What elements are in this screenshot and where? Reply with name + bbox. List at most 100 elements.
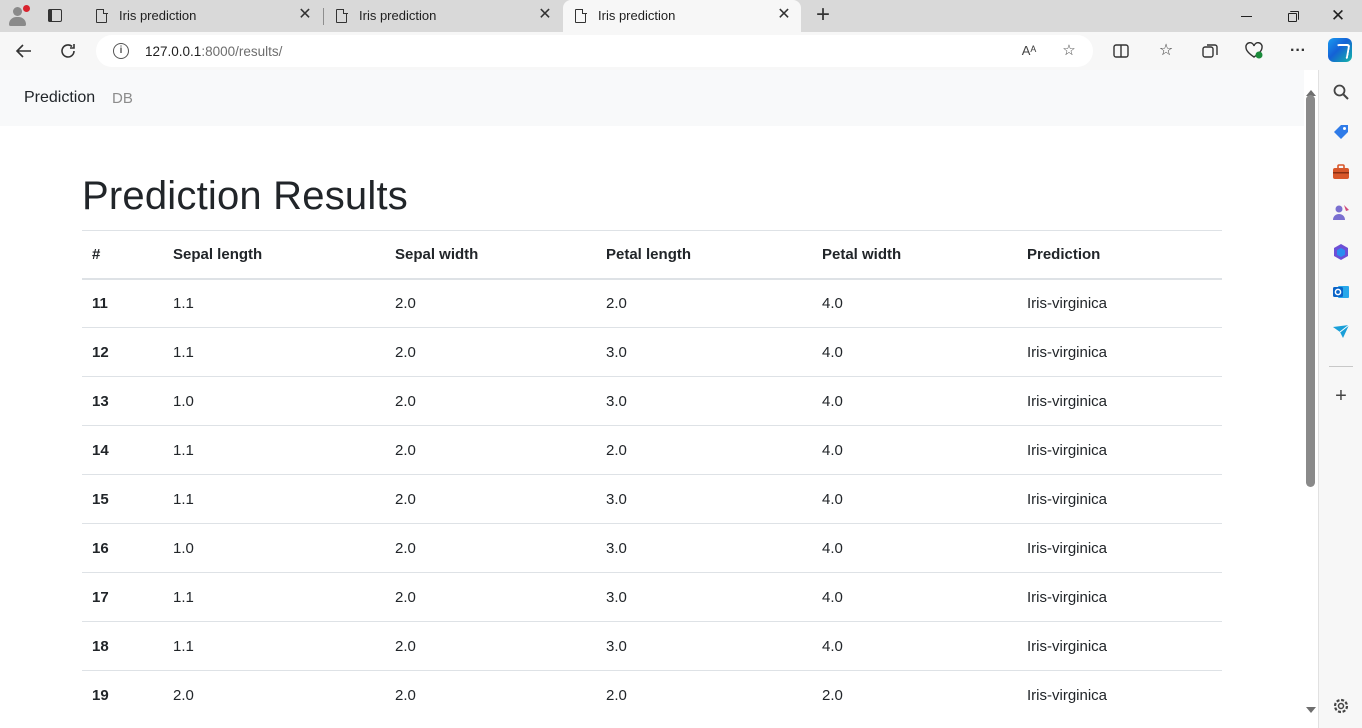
cell-sepal-length: 1.1 — [163, 572, 385, 622]
browser-tab-3-active[interactable]: Iris prediction ✕ — [563, 0, 801, 32]
cell-petal-width: 4.0 — [812, 376, 1017, 426]
edge-sidebar: + — [1318, 70, 1362, 728]
cell-petal-width: 4.0 — [812, 572, 1017, 622]
cell-petal-length: 3.0 — [596, 327, 812, 377]
url-text[interactable]: 127.0.0.1:8000/results/ — [145, 44, 282, 59]
page-title: Prediction Results — [82, 174, 408, 218]
tab-title: Iris prediction — [598, 8, 676, 23]
cell-petal-length: 3.0 — [596, 621, 812, 671]
cell-petal-length: 2.0 — [596, 278, 812, 328]
cell-petal-length: 3.0 — [596, 474, 812, 524]
cell-petal-length: 3.0 — [596, 572, 812, 622]
collections-icon[interactable] — [1199, 40, 1221, 62]
search-icon[interactable] — [1330, 81, 1352, 103]
cell-prediction: Iris-virginica — [1017, 670, 1222, 720]
split-screen-icon[interactable] — [1110, 40, 1132, 62]
tools-briefcase-icon[interactable] — [1330, 161, 1352, 183]
site-navbar: Prediction DB — [0, 70, 1304, 126]
cell-index: 11 — [82, 278, 163, 328]
favorites-icon[interactable]: ☆ — [1155, 40, 1177, 62]
cell-sepal-width: 2.0 — [385, 621, 596, 671]
nav-brand-prediction[interactable]: Prediction — [24, 89, 95, 107]
cell-prediction: Iris-virginica — [1017, 621, 1222, 671]
cell-sepal-length: 1.1 — [163, 327, 385, 377]
col-header-petal-length: Petal length — [596, 230, 812, 280]
browser-tab-2[interactable]: Iris prediction ✕ — [324, 0, 562, 32]
microsoft-365-icon[interactable] — [1330, 241, 1352, 263]
cell-sepal-width: 2.0 — [385, 327, 596, 377]
table-row: 15 1.1 2.0 3.0 4.0 Iris-virginica — [82, 474, 1222, 524]
table-row: 16 1.0 2.0 3.0 4.0 Iris-virginica — [82, 523, 1222, 573]
tab-actions-icon[interactable] — [46, 7, 64, 25]
add-sidebar-app-icon[interactable]: + — [1330, 385, 1352, 407]
send-arrow-icon[interactable] — [1330, 321, 1352, 343]
nav-link-db[interactable]: DB — [112, 90, 133, 107]
restore-button[interactable] — [1282, 5, 1304, 27]
cell-petal-width: 2.0 — [812, 670, 1017, 720]
address-bar[interactable]: i 127.0.0.1:8000/results/ Aᴬ ☆ — [96, 35, 1093, 67]
cell-petal-length: 3.0 — [596, 523, 812, 573]
cell-sepal-width: 2.0 — [385, 523, 596, 573]
col-header-index: # — [82, 230, 163, 280]
favorite-star-icon[interactable]: ☆ — [1059, 41, 1079, 61]
page-scrollbar[interactable] — [1304, 70, 1318, 728]
copilot-icon[interactable] — [1328, 38, 1352, 62]
cell-index: 14 — [82, 425, 163, 475]
refresh-button[interactable] — [54, 38, 82, 64]
cell-petal-width: 4.0 — [812, 523, 1017, 573]
col-header-sepal-length: Sepal length — [163, 230, 385, 280]
cell-petal-width: 4.0 — [812, 278, 1017, 328]
table-row: 17 1.1 2.0 3.0 4.0 Iris-virginica — [82, 572, 1222, 622]
page-icon — [336, 8, 348, 23]
cell-petal-length: 3.0 — [596, 376, 812, 426]
tab-title: Iris prediction — [119, 8, 197, 23]
minimize-button[interactable] — [1236, 5, 1258, 27]
site-info-icon[interactable]: i — [113, 43, 129, 59]
sidebar-settings-gear-icon[interactable] — [1330, 695, 1352, 717]
browser-toolbar: i 127.0.0.1:8000/results/ Aᴬ ☆ ☆ ··· — [0, 32, 1362, 70]
tab-close-icon[interactable]: ✕ — [536, 6, 554, 24]
col-header-prediction: Prediction — [1017, 230, 1222, 280]
cell-index: 16 — [82, 523, 163, 573]
browser-tab-1[interactable]: Iris prediction ✕ — [84, 0, 322, 32]
games-icon[interactable] — [1330, 201, 1352, 223]
cell-sepal-width: 2.0 — [385, 376, 596, 426]
cell-prediction: Iris-virginica — [1017, 474, 1222, 524]
new-tab-button[interactable]: + — [812, 3, 834, 27]
cell-index: 15 — [82, 474, 163, 524]
shopping-tag-icon[interactable] — [1330, 121, 1352, 143]
cell-petal-width: 4.0 — [812, 474, 1017, 524]
cell-prediction: Iris-virginica — [1017, 376, 1222, 426]
cell-index: 17 — [82, 572, 163, 622]
cell-petal-width: 4.0 — [812, 425, 1017, 475]
cell-sepal-width: 2.0 — [385, 278, 596, 328]
profile-avatar-icon[interactable] — [7, 5, 30, 27]
table-row: 19 2.0 2.0 2.0 2.0 Iris-virginica — [82, 670, 1222, 720]
close-window-button[interactable]: ✕ — [1327, 5, 1349, 27]
more-options-icon[interactable]: ··· — [1287, 40, 1309, 62]
table-header-row: # Sepal length Sepal width Petal length … — [82, 230, 1222, 280]
outlook-icon[interactable] — [1330, 281, 1352, 303]
cell-prediction: Iris-virginica — [1017, 278, 1222, 328]
tab-close-icon[interactable]: ✕ — [775, 6, 793, 24]
cell-petal-length: 2.0 — [596, 670, 812, 720]
browser-essentials-icon[interactable] — [1243, 40, 1265, 62]
scrollbar-thumb[interactable] — [1306, 95, 1315, 487]
table-row: 13 1.0 2.0 3.0 4.0 Iris-virginica — [82, 376, 1222, 426]
scroll-down-arrow-icon[interactable] — [1306, 707, 1316, 713]
col-header-petal-width: Petal width — [812, 230, 1017, 280]
tab-close-icon[interactable]: ✕ — [296, 6, 314, 24]
notification-dot-icon — [23, 5, 30, 12]
cell-sepal-length: 1.0 — [163, 523, 385, 573]
table-row: 11 1.1 2.0 2.0 4.0 Iris-virginica — [82, 278, 1222, 328]
cell-sepal-width: 2.0 — [385, 670, 596, 720]
table-row: 18 1.1 2.0 3.0 4.0 Iris-virginica — [82, 621, 1222, 671]
cell-index: 13 — [82, 376, 163, 426]
results-table: # Sepal length Sepal width Petal length … — [82, 230, 1222, 720]
back-button[interactable] — [10, 38, 38, 64]
back-arrow-icon — [15, 44, 31, 58]
cell-sepal-width: 2.0 — [385, 474, 596, 524]
page-icon — [96, 8, 108, 23]
read-aloud-icon[interactable]: Aᴬ — [1019, 41, 1039, 61]
cell-prediction: Iris-virginica — [1017, 425, 1222, 475]
